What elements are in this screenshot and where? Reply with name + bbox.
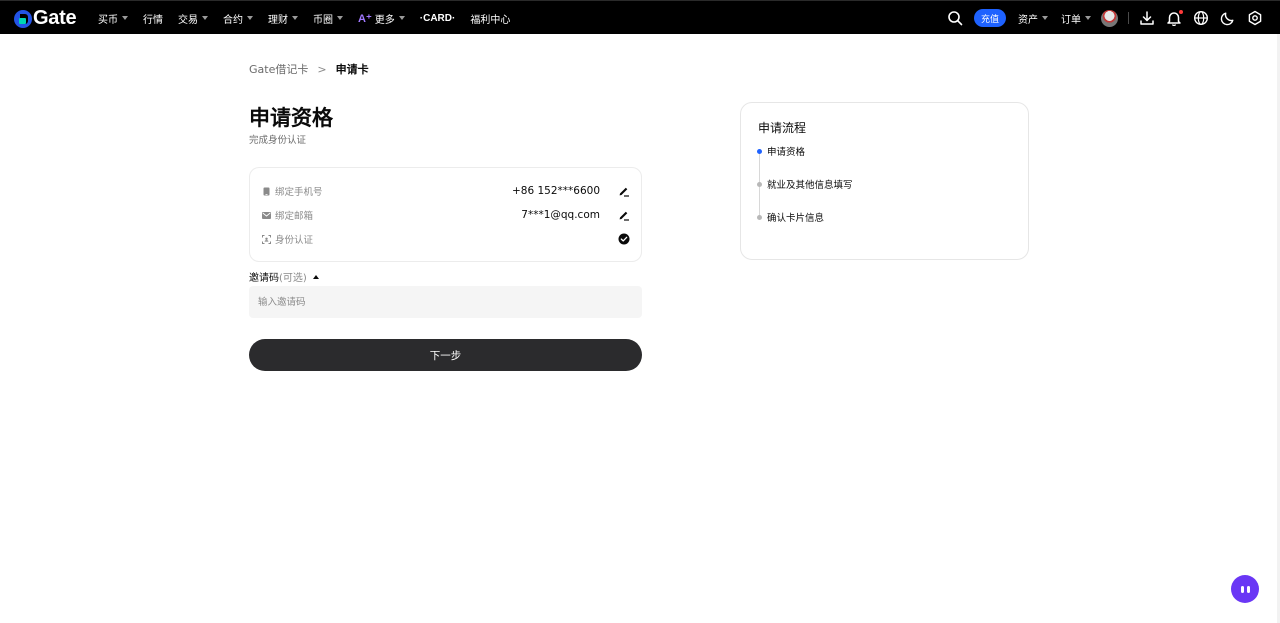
nav-item-futures[interactable]: 合约: [223, 11, 253, 26]
chevron-down-icon: [122, 16, 128, 20]
chevron-down-icon: [1085, 16, 1091, 20]
breadcrumb-link-debit-card[interactable]: Gate借记卡: [249, 61, 308, 77]
chevron-down-icon: [398, 16, 405, 20]
chevron-down-icon: [202, 16, 208, 20]
verification-row-email: 绑定邮箱 7***1@qq.com: [262, 207, 630, 223]
assistant-eye-icon: [1246, 585, 1250, 593]
gate-logo-text: Gate: [33, 7, 77, 29]
assistant-eye-icon: [1240, 585, 1244, 593]
edit-icon[interactable]: [618, 185, 630, 197]
verification-card: 绑定手机号 +86 152***6600 绑定邮箱 7***1@qq.com 身…: [249, 167, 642, 262]
breadcrumb-separator-icon: >: [317, 62, 327, 76]
chevron-down-icon: [337, 16, 343, 20]
orders-menu-label: 订单: [1061, 14, 1081, 26]
globe-icon[interactable]: [1193, 10, 1209, 26]
nav-item-rewards-hub[interactable]: 福利中心: [470, 11, 510, 26]
breadcrumb: Gate借记卡 > 申请卡: [249, 61, 369, 77]
step-active-dot-icon: [757, 148, 762, 154]
verification-label: 绑定邮箱: [275, 211, 314, 222]
next-step-button[interactable]: 下一步: [249, 339, 642, 371]
process-step-label: 确认卡片信息: [767, 213, 825, 224]
assistant-bot-icon[interactable]: [1231, 575, 1259, 603]
gate-logo[interactable]: Gate: [14, 7, 77, 30]
nav-item-buy-crypto[interactable]: 买币: [98, 11, 128, 26]
top-nav-bar: Gate 买币 行情 交易 合约 理财 币圈 A⁺ 更多 · CARD · 福利…: [0, 0, 1280, 34]
chevron-up-icon: [312, 274, 319, 279]
process-step-label: 就业及其他信息填写: [767, 180, 853, 191]
page-subtitle: 完成身份认证: [249, 135, 307, 146]
main-nav: 买币 行情 交易 合约 理财 币圈 A⁺ 更多 · CARD · 福利中心: [98, 1, 525, 35]
invite-code-toggle[interactable]: 邀请码 (可选): [249, 269, 319, 284]
process-title: 申请流程: [758, 121, 807, 135]
deposit-button[interactable]: 充值: [974, 9, 1006, 27]
breadcrumb-current: 申请卡: [335, 63, 369, 76]
assets-menu-label: 资产: [1018, 14, 1038, 26]
nav-item-label: 理财: [268, 14, 288, 26]
moon-icon[interactable]: [1220, 10, 1236, 26]
nav-item-community[interactable]: 币圈: [313, 11, 343, 26]
process-step: 申请资格: [755, 144, 805, 158]
invite-code-label: 邀请码: [249, 273, 279, 284]
chevron-down-icon: [292, 16, 298, 20]
nav-item-label: 币圈: [313, 14, 333, 26]
nav-item-label: 更多: [374, 14, 395, 26]
toolbar-divider: [1128, 12, 1129, 24]
nav-item-card[interactable]: · CARD ·: [420, 13, 456, 24]
nav-item-earn[interactable]: 理财: [268, 11, 298, 26]
orders-menu[interactable]: 订单: [1061, 1, 1091, 35]
verification-label: 身份认证: [275, 235, 314, 246]
mail-icon: [262, 211, 271, 220]
nav-item-more[interactable]: A⁺ 更多: [358, 11, 405, 26]
ai-icon: A⁺: [358, 12, 372, 25]
download-icon[interactable]: [1139, 10, 1155, 26]
id-scan-icon: [262, 234, 271, 244]
process-step-label: 申请资格: [767, 147, 806, 158]
invite-code-optional-label: (可选): [279, 273, 307, 284]
nav-item-markets[interactable]: 行情: [143, 11, 163, 26]
gate-logo-mark-icon: [14, 9, 32, 28]
edit-icon[interactable]: [618, 209, 630, 221]
verification-row-phone: 绑定手机号 +86 152***6600: [262, 183, 630, 199]
nav-item-label: 买币: [98, 14, 118, 26]
nav-item-label: CARD: [423, 12, 452, 24]
avatar[interactable]: [1101, 10, 1118, 27]
invite-code-input[interactable]: [249, 286, 642, 318]
chevron-down-icon: [247, 16, 253, 20]
page-title: 申请资格: [249, 106, 333, 130]
verified-check-icon: [618, 233, 630, 245]
verification-value-email: 7***1@qq.com: [521, 209, 600, 221]
chevron-down-icon: [1042, 16, 1048, 20]
nav-item-label: 交易: [178, 14, 198, 26]
process-step: 确认卡片信息: [755, 210, 824, 224]
verification-value-phone: +86 152***6600: [511, 185, 600, 197]
search-icon[interactable]: [947, 10, 963, 26]
application-process-card: 申请流程 申请资格 就业及其他信息填写 确认卡片信息: [740, 102, 1029, 260]
verification-row-identity: 身份认证: [262, 231, 630, 247]
verification-label: 绑定手机号: [275, 187, 323, 198]
phone-icon: [262, 187, 271, 196]
nav-item-trade[interactable]: 交易: [178, 11, 208, 26]
assets-menu[interactable]: 资产: [1018, 1, 1048, 35]
nav-item-label: 行情: [143, 14, 163, 26]
process-step: 就业及其他信息填写: [755, 177, 853, 191]
notification-dot: [1179, 10, 1183, 14]
card-dot-icon: ·: [451, 12, 456, 24]
nav-item-label: 合约: [223, 14, 243, 26]
settings-icon[interactable]: [1247, 10, 1263, 26]
nav-item-label: 福利中心: [470, 14, 511, 26]
step-dot-icon: [757, 181, 762, 187]
step-dot-icon: [757, 214, 762, 220]
